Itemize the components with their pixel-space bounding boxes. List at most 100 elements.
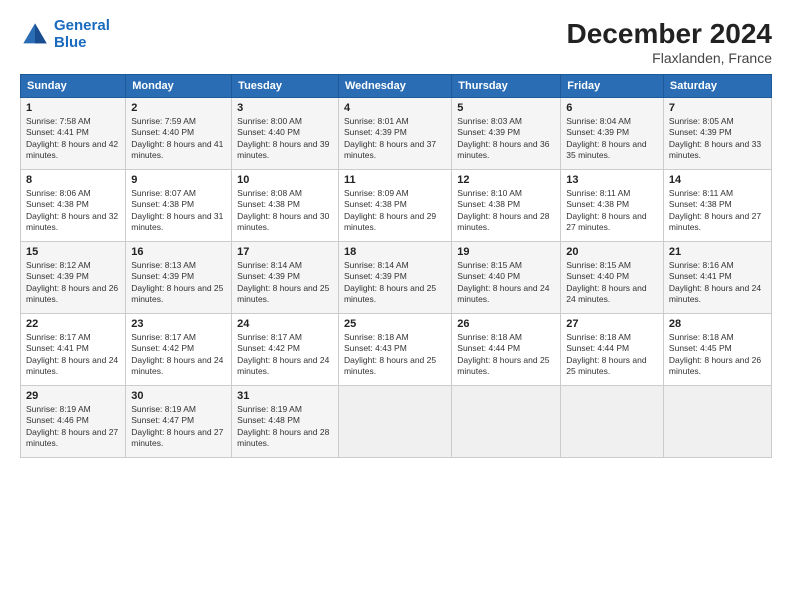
day-info: Sunrise: 8:11 AMSunset: 4:38 PMDaylight:… — [566, 188, 658, 234]
col-tuesday: Tuesday — [232, 75, 339, 98]
day-info: Sunrise: 8:18 AMSunset: 4:45 PMDaylight:… — [669, 332, 766, 378]
empty-cell — [338, 386, 451, 458]
day-number: 26 — [457, 318, 555, 330]
day-number: 13 — [566, 174, 658, 186]
day-info: Sunrise: 8:14 AMSunset: 4:39 PMDaylight:… — [344, 260, 446, 306]
week-row-5: 29Sunrise: 8:19 AMSunset: 4:46 PMDayligh… — [21, 386, 772, 458]
day-cell-14: 14 Sunrise: 8:11 AMSunset: 4:38 PMDayligh… — [663, 170, 771, 242]
day-info: Sunrise: 8:19 AMSunset: 4:48 PMDaylight:… — [237, 404, 333, 450]
day-info: Sunrise: 7:58 AMSunset: 4:41 PMDaylight:… — [26, 116, 120, 162]
day-info: Sunrise: 8:03 AMSunset: 4:39 PMDaylight:… — [457, 116, 555, 162]
day-cell-1: 1 Sunrise: 7:58 AMSunset: 4:41 PMDaylight… — [21, 98, 126, 170]
day-info: Sunrise: 8:18 AMSunset: 4:43 PMDaylight:… — [344, 332, 446, 378]
logo-text: General Blue — [54, 18, 110, 51]
day-cell-19: 19Sunrise: 8:15 AMSunset: 4:40 PMDayligh… — [452, 242, 561, 314]
day-info: Sunrise: 8:12 AMSunset: 4:39 PMDaylight:… — [26, 260, 120, 306]
day-info: Sunrise: 8:16 AMSunset: 4:41 PMDaylight:… — [669, 260, 766, 306]
header: General Blue December 2024 Flaxlanden, F… — [20, 18, 772, 66]
week-row-4: 22Sunrise: 8:17 AMSunset: 4:41 PMDayligh… — [21, 314, 772, 386]
day-number: 22 — [26, 318, 120, 330]
day-cell-20: 20 Sunrise: 8:15 AMSunset: 4:40 PMDayligh… — [561, 242, 664, 314]
day-cell-24: 24 Sunrise: 8:17 AMSunset: 4:42 PMDayligh… — [232, 314, 339, 386]
day-number: 20 — [566, 246, 658, 258]
day-info: Sunrise: 8:19 AMSunset: 4:47 PMDaylight:… — [131, 404, 226, 450]
empty-cell — [561, 386, 664, 458]
day-number: 24 — [237, 318, 333, 330]
day-info: Sunrise: 8:13 AMSunset: 4:39 PMDaylight:… — [131, 260, 226, 306]
day-cell-25: 25 Sunrise: 8:18 AMSunset: 4:43 PMDayligh… — [338, 314, 451, 386]
day-number: 7 — [669, 102, 766, 114]
day-number: 27 — [566, 318, 658, 330]
day-number: 4 — [344, 102, 446, 114]
day-cell-10: 10 Sunrise: 8:08 AMSunset: 4:38 PMDayligh… — [232, 170, 339, 242]
day-cell-9: 9 Sunrise: 8:07 AMSunset: 4:38 PMDaylight… — [126, 170, 232, 242]
day-number: 2 — [131, 102, 226, 114]
day-number: 12 — [457, 174, 555, 186]
week-row-3: 15 Sunrise: 8:12 AMSunset: 4:39 PMDayligh… — [21, 242, 772, 314]
day-number: 6 — [566, 102, 658, 114]
day-number: 1 — [26, 102, 120, 114]
day-info: Sunrise: 8:05 AMSunset: 4:39 PMDaylight:… — [669, 116, 766, 162]
day-cell-31: 31Sunrise: 8:19 AMSunset: 4:48 PMDayligh… — [232, 386, 339, 458]
day-number: 30 — [131, 390, 226, 402]
day-number: 9 — [131, 174, 226, 186]
day-info: Sunrise: 8:08 AMSunset: 4:38 PMDaylight:… — [237, 188, 333, 234]
day-number: 25 — [344, 318, 446, 330]
day-info: Sunrise: 7:59 AMSunset: 4:40 PMDaylight:… — [131, 116, 226, 162]
day-info: Sunrise: 8:15 AMSunset: 4:40 PMDaylight:… — [566, 260, 658, 306]
day-number: 28 — [669, 318, 766, 330]
day-info: Sunrise: 8:06 AMSunset: 4:38 PMDaylight:… — [26, 188, 120, 234]
day-cell-5: 5Sunrise: 8:03 AMSunset: 4:39 PMDaylight… — [452, 98, 561, 170]
logo-icon — [20, 20, 50, 50]
day-cell-3: 3 Sunrise: 8:00 AMSunset: 4:40 PMDaylight… — [232, 98, 339, 170]
day-info: Sunrise: 8:11 AMSunset: 4:38 PMDaylight:… — [669, 188, 766, 234]
day-number: 15 — [26, 246, 120, 258]
day-number: 21 — [669, 246, 766, 258]
logo-line2: Blue — [54, 34, 87, 51]
day-cell-11: 11 Sunrise: 8:09 AMSunset: 4:38 PMDayligh… — [338, 170, 451, 242]
day-number: 3 — [237, 102, 333, 114]
day-number: 10 — [237, 174, 333, 186]
empty-cell — [452, 386, 561, 458]
day-info: Sunrise: 8:07 AMSunset: 4:38 PMDaylight:… — [131, 188, 226, 234]
col-friday: Friday — [561, 75, 664, 98]
day-number: 16 — [131, 246, 226, 258]
subtitle: Flaxlanden, France — [567, 50, 772, 66]
day-cell-8: 8 Sunrise: 8:06 AMSunset: 4:38 PMDaylight… — [21, 170, 126, 242]
day-cell-28: 28 Sunrise: 8:18 AMSunset: 4:45 PMDayligh… — [663, 314, 771, 386]
day-cell-7: 7 Sunrise: 8:05 AMSunset: 4:39 PMDaylight… — [663, 98, 771, 170]
col-wednesday: Wednesday — [338, 75, 451, 98]
day-cell-21: 21 Sunrise: 8:16 AMSunset: 4:41 PMDayligh… — [663, 242, 771, 314]
day-number: 11 — [344, 174, 446, 186]
calendar-table: Sunday Monday Tuesday Wednesday Thursday… — [20, 74, 772, 458]
day-cell-17: 17Sunrise: 8:14 AMSunset: 4:39 PMDayligh… — [232, 242, 339, 314]
day-info: Sunrise: 8:09 AMSunset: 4:38 PMDaylight:… — [344, 188, 446, 234]
day-info: Sunrise: 8:01 AMSunset: 4:39 PMDaylight:… — [344, 116, 446, 162]
empty-cell — [663, 386, 771, 458]
day-number: 14 — [669, 174, 766, 186]
day-info: Sunrise: 8:04 AMSunset: 4:39 PMDaylight:… — [566, 116, 658, 162]
day-info: Sunrise: 8:10 AMSunset: 4:38 PMDaylight:… — [457, 188, 555, 234]
logo-line1: General — [54, 17, 110, 34]
col-thursday: Thursday — [452, 75, 561, 98]
day-cell-18: 18Sunrise: 8:14 AMSunset: 4:39 PMDayligh… — [338, 242, 451, 314]
day-cell-16: 16 Sunrise: 8:13 AMSunset: 4:39 PMDayligh… — [126, 242, 232, 314]
logo: General Blue — [20, 18, 110, 51]
week-row-1: 1 Sunrise: 7:58 AMSunset: 4:41 PMDaylight… — [21, 98, 772, 170]
col-sunday: Sunday — [21, 75, 126, 98]
day-info: Sunrise: 8:14 AMSunset: 4:39 PMDaylight:… — [237, 260, 333, 306]
title-block: December 2024 Flaxlanden, France — [567, 18, 772, 66]
week-row-2: 8 Sunrise: 8:06 AMSunset: 4:38 PMDaylight… — [21, 170, 772, 242]
day-cell-15: 15 Sunrise: 8:12 AMSunset: 4:39 PMDayligh… — [21, 242, 126, 314]
day-cell-26: 26Sunrise: 8:18 AMSunset: 4:44 PMDayligh… — [452, 314, 561, 386]
day-info: Sunrise: 8:18 AMSunset: 4:44 PMDaylight:… — [566, 332, 658, 378]
day-cell-29: 29Sunrise: 8:19 AMSunset: 4:46 PMDayligh… — [21, 386, 126, 458]
day-info: Sunrise: 8:00 AMSunset: 4:40 PMDaylight:… — [237, 116, 333, 162]
day-cell-23: 23Sunrise: 8:17 AMSunset: 4:42 PMDayligh… — [126, 314, 232, 386]
day-cell-27: 27 Sunrise: 8:18 AMSunset: 4:44 PMDayligh… — [561, 314, 664, 386]
day-number: 8 — [26, 174, 120, 186]
day-cell-12: 12 Sunrise: 8:10 AMSunset: 4:38 PMDayligh… — [452, 170, 561, 242]
day-info: Sunrise: 8:17 AMSunset: 4:42 PMDaylight:… — [237, 332, 333, 378]
day-info: Sunrise: 8:17 AMSunset: 4:42 PMDaylight:… — [131, 332, 226, 378]
day-info: Sunrise: 8:15 AMSunset: 4:40 PMDaylight:… — [457, 260, 555, 306]
